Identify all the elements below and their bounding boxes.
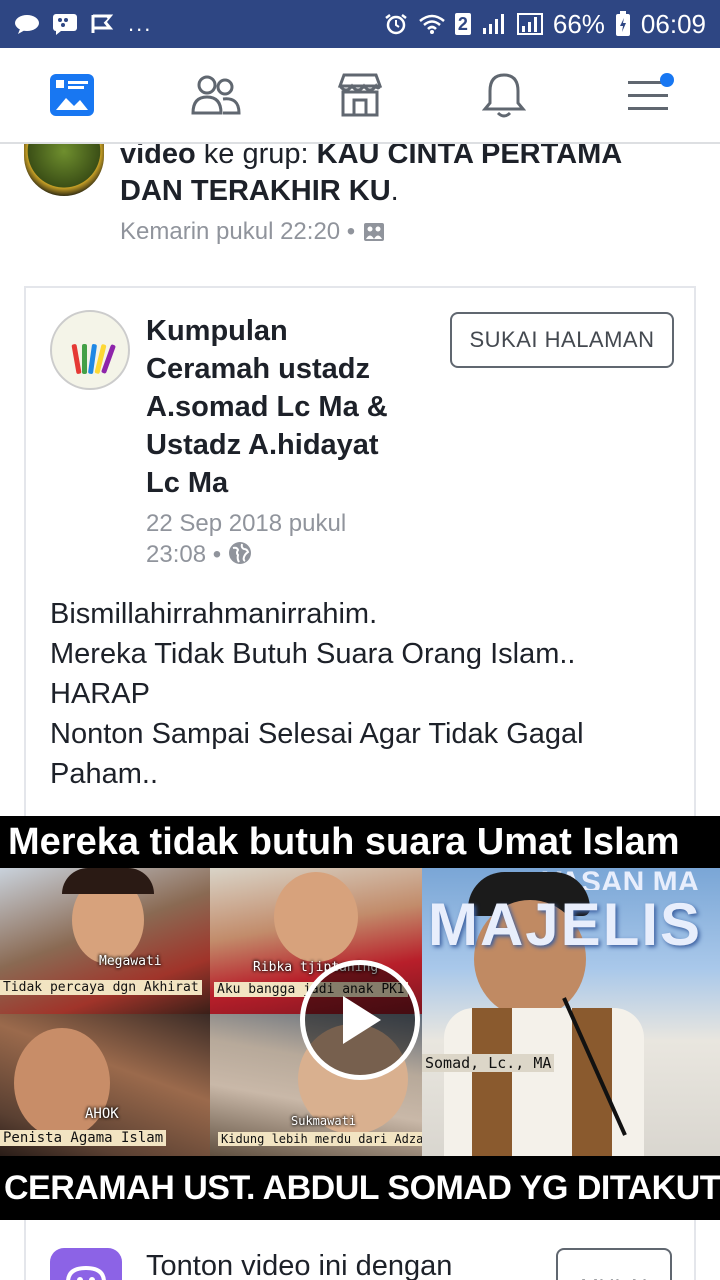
post-line: Paham.. <box>50 758 158 790</box>
nav-friends[interactable] <box>176 55 256 135</box>
video-panel-ahok: AHOK Penista Agama Islam <box>0 1014 210 1156</box>
story-suffix: . <box>390 175 399 207</box>
caption-name: Somad, Lc., MA <box>422 1054 555 1072</box>
chat-bubble-icon <box>15 15 39 34</box>
page-avatar[interactable] <box>50 310 130 390</box>
status-bar: ... 2 66% 06:09 <box>0 0 720 48</box>
caption-quote: Penista Agama Islam <box>0 1130 167 1146</box>
wifi-icon <box>419 14 445 34</box>
nav-marketplace[interactable] <box>320 55 400 135</box>
caption-name: AHOK <box>85 1106 119 1122</box>
play-button[interactable] <box>300 960 420 1080</box>
watch-promo: Tonton video ini dengan MULAI <box>24 1220 696 1280</box>
bbm-icon <box>53 14 77 35</box>
post-meta: 22 Sep 2018 pukul 23:08 • <box>146 508 426 570</box>
nav-news-feed[interactable] <box>32 55 112 135</box>
menu-notification-dot <box>660 73 674 87</box>
globe-icon <box>228 542 251 564</box>
watch-promo-text: Tonton video ini dengan <box>146 1250 453 1280</box>
post-line: HARAP <box>50 678 150 710</box>
caption-name: Megawati <box>99 954 162 969</box>
marketplace-icon <box>337 73 383 117</box>
start-button[interactable]: MULAI <box>556 1248 672 1280</box>
post-line: Bismillahirrahmanirrahim. <box>50 598 378 630</box>
play-icon <box>343 996 381 1044</box>
sim-badge: 2 <box>454 13 471 35</box>
like-page-button[interactable]: SUKAI HALAMAN <box>450 312 674 368</box>
battery-percent: 66% <box>552 8 605 39</box>
news-feed: video ke grup: KAU CINTA PERTAMA DAN TER… <box>0 144 720 1280</box>
post-time[interactable]: 23:08 • <box>146 541 221 568</box>
nav-notifications[interactable] <box>464 55 544 135</box>
video-footer-caption: CERAMAH UST. ABDUL SOMAD YG DITAKUTI ORA… <box>0 1156 720 1220</box>
alarm-icon <box>385 14 407 35</box>
news-feed-icon <box>50 74 94 116</box>
group-avatar[interactable] <box>24 144 104 196</box>
post-line: Nonton Sampai Selesai Agar Tidak Gagal <box>50 718 584 750</box>
caption-quote: Kidung lebih merdu dari Adzan <box>218 1132 422 1146</box>
story-timestamp[interactable]: Kemarin pukul 22:20 • <box>120 218 355 246</box>
top-navigation <box>0 48 720 144</box>
caption-quote: Tidak percaya dgn Akhirat <box>0 980 202 995</box>
group-privacy-icon <box>364 223 385 241</box>
post-body: Bismillahirrahmanirrahim. Mereka Tidak B… <box>50 594 680 794</box>
watch-app-icon <box>50 1248 122 1280</box>
banner-text: MAJELIS <box>428 891 703 958</box>
post-line: Mereka Tidak Butuh Suara Orang Islam.. <box>50 638 576 670</box>
more-notifications: ... <box>128 11 153 36</box>
video-thumbnail[interactable]: Mereka tidak butuh suara Umat Islam Mega… <box>0 816 720 1220</box>
friends-icon <box>191 75 241 115</box>
story-connector: ke grup: <box>195 144 317 170</box>
signal-icon <box>482 14 504 34</box>
page-name-link[interactable]: Kumpulan Ceramah ustadz A.somad Lc Ma & … <box>146 312 416 502</box>
clock: 06:09 <box>640 8 706 39</box>
story-meta: Kemarin pukul 22:20 • <box>120 218 385 246</box>
post-date[interactable]: 22 Sep 2018 pukul <box>146 508 426 539</box>
bell-icon <box>482 73 526 118</box>
video-panel-megawati: Megawati Tidak percaya dgn Akhirat <box>0 868 210 1014</box>
nav-menu[interactable] <box>608 55 688 135</box>
signal-icon-2 <box>516 13 543 35</box>
caption-name: Sukmawati <box>291 1114 357 1128</box>
story-object-link[interactable]: video <box>120 144 196 170</box>
battery-icon <box>615 11 630 36</box>
check-flag-icon <box>91 14 114 33</box>
video-title-overlay: Mereka tidak butuh suara Umat Islam <box>0 816 720 868</box>
story-text: video ke grup: KAU CINTA PERTAMA DAN TER… <box>120 144 640 210</box>
